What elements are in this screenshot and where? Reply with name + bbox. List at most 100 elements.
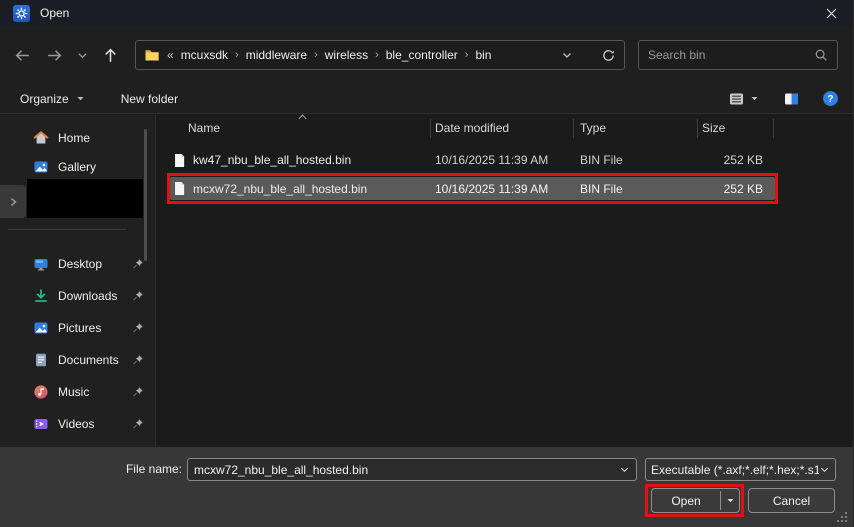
close-icon bbox=[826, 8, 837, 19]
back-icon bbox=[14, 47, 31, 64]
address-bar[interactable]: « mcuxsdk › middleware › wireless › ble_… bbox=[135, 40, 625, 70]
recent-locations-button[interactable] bbox=[72, 41, 92, 69]
file-size: 252 KB bbox=[697, 153, 775, 167]
breadcrumb-item-middleware[interactable]: middleware bbox=[246, 48, 307, 62]
sidebar-item-gallery[interactable]: Gallery bbox=[0, 154, 150, 180]
column-divider[interactable] bbox=[697, 119, 698, 138]
forward-icon bbox=[46, 47, 63, 64]
column-divider[interactable] bbox=[430, 119, 431, 138]
file-date-modified: 10/16/2025 11:39 AM bbox=[430, 182, 573, 196]
open-split-button[interactable]: Open bbox=[651, 488, 740, 513]
refresh-icon[interactable] bbox=[601, 48, 616, 63]
file-row-mcxw72-selected[interactable]: mcxw72_nbu_ble_all_hosted.bin 10/16/2025… bbox=[170, 177, 775, 200]
sidebar-item-label: Desktop bbox=[58, 257, 123, 271]
sidebar-item-label: Videos bbox=[58, 417, 123, 431]
new-folder-label: New folder bbox=[121, 92, 178, 106]
file-type: BIN File bbox=[573, 153, 697, 167]
sidebar-item-label: Downloads bbox=[58, 289, 123, 303]
organize-button[interactable]: Organize bbox=[14, 89, 91, 109]
resize-grip-icon[interactable] bbox=[837, 511, 848, 522]
search-box bbox=[638, 40, 838, 70]
forward-button[interactable] bbox=[40, 41, 68, 69]
preview-pane-button[interactable] bbox=[783, 91, 800, 107]
file-type-select[interactable]: Executable (*.axf;*.elf;*.hex;*.s1 bbox=[645, 458, 836, 481]
pin-icon bbox=[132, 354, 144, 366]
column-header-date-modified[interactable]: Date modified bbox=[435, 121, 509, 135]
recent-locations-chevron-icon bbox=[77, 50, 88, 61]
new-folder-button[interactable]: New folder bbox=[115, 89, 184, 109]
downloads-icon bbox=[33, 288, 49, 304]
close-button[interactable] bbox=[809, 0, 853, 26]
details-view-button[interactable] bbox=[728, 91, 759, 107]
details-view-icon bbox=[728, 91, 745, 107]
sidebar-item-home[interactable]: Home bbox=[0, 125, 150, 151]
sidebar-item-downloads[interactable]: Downloads bbox=[0, 283, 150, 309]
breadcrumb-item-ble-controller[interactable]: ble_controller bbox=[386, 48, 458, 62]
file-icon bbox=[173, 153, 186, 168]
sidebar-separator bbox=[8, 229, 126, 230]
column-header-size[interactable]: Size bbox=[702, 121, 725, 135]
sidebar-item-music[interactable]: Music bbox=[0, 379, 150, 405]
address-dropdown-chevron-icon[interactable] bbox=[561, 49, 573, 61]
breadcrumb-overflow[interactable]: « bbox=[167, 48, 174, 62]
up-icon bbox=[102, 47, 119, 64]
breadcrumb-separator: › bbox=[235, 49, 239, 61]
open-dropdown-chevron-icon[interactable] bbox=[721, 489, 739, 512]
documents-icon bbox=[33, 352, 49, 368]
sidebar-item-pictures[interactable]: Pictures bbox=[0, 315, 150, 341]
open-button-label[interactable]: Open bbox=[652, 489, 720, 512]
sidebar-item-desktop[interactable]: Desktop bbox=[0, 251, 150, 277]
pictures-icon bbox=[33, 320, 49, 336]
cancel-button-label: Cancel bbox=[773, 494, 810, 508]
file-icon bbox=[173, 181, 186, 196]
file-list-pane: Name Date modified Type Size kw47_nbu_bl… bbox=[157, 115, 853, 447]
app-icon bbox=[13, 5, 30, 22]
sidebar-item-videos[interactable]: Videos bbox=[0, 411, 150, 437]
sidebar-item-label: Documents bbox=[58, 353, 123, 367]
cancel-button[interactable]: Cancel bbox=[748, 488, 835, 513]
back-button[interactable] bbox=[8, 41, 36, 69]
breadcrumb-item-bin[interactable]: bin bbox=[475, 48, 491, 62]
svg-text:?: ? bbox=[827, 94, 833, 105]
breadcrumb-item-mcuxsdk[interactable]: mcuxsdk bbox=[181, 48, 228, 62]
sidebar-item-label: Gallery bbox=[58, 160, 150, 174]
search-input[interactable] bbox=[648, 48, 814, 62]
sidebar-expander-tab[interactable] bbox=[0, 185, 26, 218]
desktop-icon bbox=[33, 256, 49, 272]
preview-pane-icon bbox=[783, 91, 800, 107]
search-icon[interactable] bbox=[814, 48, 828, 62]
pin-icon bbox=[132, 258, 144, 270]
help-button[interactable]: ? bbox=[822, 90, 839, 107]
file-name: kw47_nbu_ble_all_hosted.bin bbox=[193, 153, 351, 167]
breadcrumb-item-wireless[interactable]: wireless bbox=[325, 48, 368, 62]
command-toolbar: Organize New folder bbox=[0, 84, 853, 114]
navigation-sidebar: Home Gallery bbox=[0, 115, 156, 447]
file-name-dropdown-chevron-icon[interactable] bbox=[619, 464, 630, 475]
dialog-footer: File name: Executable (*.axf;*.elf;*.hex… bbox=[0, 447, 853, 527]
main-area: Home Gallery bbox=[0, 115, 853, 447]
sidebar-item-label: Music bbox=[58, 385, 123, 399]
file-size: 252 KB bbox=[697, 182, 775, 196]
home-icon bbox=[33, 130, 49, 146]
pin-icon bbox=[132, 290, 144, 302]
view-dropdown-chevron-icon[interactable] bbox=[750, 94, 759, 103]
breadcrumb-separator: › bbox=[375, 49, 379, 61]
file-type-dropdown-chevron-icon bbox=[819, 464, 830, 475]
help-icon: ? bbox=[822, 90, 839, 107]
sidebar-item-documents[interactable]: Documents bbox=[0, 347, 150, 373]
file-name-label: File name: bbox=[0, 458, 182, 481]
pin-icon bbox=[132, 418, 144, 430]
file-name-input[interactable] bbox=[194, 463, 619, 477]
column-divider[interactable] bbox=[573, 119, 574, 138]
file-row-kw47[interactable]: kw47_nbu_ble_all_hosted.bin 10/16/2025 1… bbox=[170, 149, 775, 171]
column-header-type[interactable]: Type bbox=[580, 121, 606, 135]
sidebar-scrollbar[interactable] bbox=[144, 129, 147, 261]
up-button[interactable] bbox=[96, 41, 124, 69]
redacted-sidebar-item[interactable] bbox=[27, 179, 143, 218]
pin-icon bbox=[132, 386, 144, 398]
toolbar-right-group: ? bbox=[728, 90, 839, 107]
column-divider[interactable] bbox=[773, 119, 774, 138]
column-header-name[interactable]: Name bbox=[188, 121, 220, 135]
navigation-bar: « mcuxsdk › middleware › wireless › ble_… bbox=[0, 26, 853, 84]
folder-icon bbox=[144, 47, 160, 63]
